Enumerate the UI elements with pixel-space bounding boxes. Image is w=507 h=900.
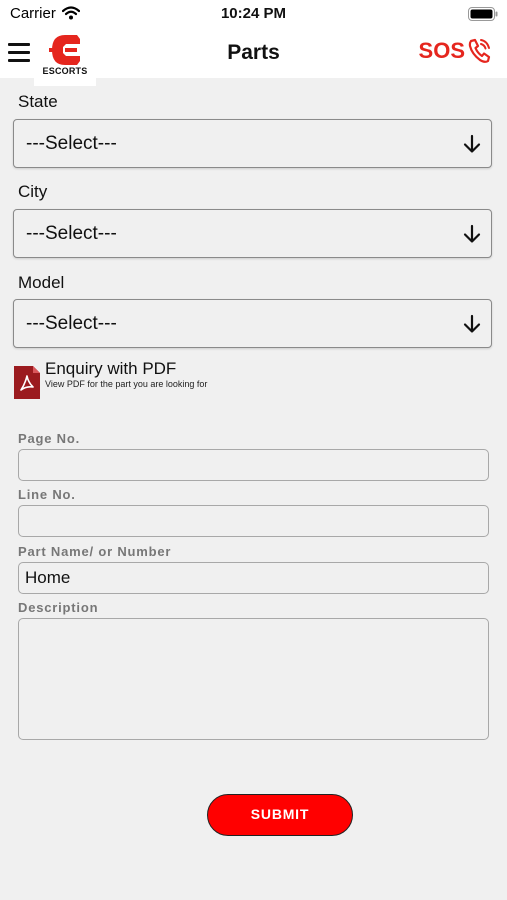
- city-select[interactable]: ---Select---: [13, 209, 492, 258]
- page-no-input[interactable]: [18, 449, 489, 481]
- sos-label: SOS: [418, 38, 465, 63]
- line-no-label: Line No.: [18, 487, 76, 502]
- state-label: State: [18, 92, 58, 111]
- pdf-icon[interactable]: [14, 366, 40, 399]
- page-no-label: Page No.: [18, 431, 81, 446]
- city-select-value: ---Select---: [26, 223, 117, 244]
- description-textarea[interactable]: [18, 618, 489, 740]
- model-label: Model: [18, 273, 65, 292]
- arrow-down-icon: [463, 134, 481, 153]
- status-bar: Carrier 10:24 PM: [0, 0, 507, 30]
- line-no-input[interactable]: [18, 505, 489, 537]
- part-name-label: Part Name/ or Number: [18, 544, 172, 559]
- sos-button[interactable]: SOS: [419, 38, 491, 64]
- part-name-input[interactable]: Home: [18, 562, 489, 594]
- description-label: Description: [18, 600, 99, 615]
- submit-button[interactable]: SUBMIT: [207, 794, 353, 836]
- pdf-enquiry-title[interactable]: Enquiry with PDF: [45, 359, 176, 379]
- app-header: ESCORTS Parts SOS: [0, 30, 507, 86]
- status-time: 10:24 PM: [220, 5, 287, 22]
- battery-icon: [468, 7, 498, 26]
- arrow-down-icon: [463, 314, 481, 333]
- phone-icon: [468, 38, 491, 63]
- city-label: City: [18, 182, 48, 201]
- state-select-value: ---Select---: [26, 133, 117, 154]
- pdf-enquiry-subtitle: View PDF for the part you are looking fo…: [45, 379, 208, 389]
- model-select-value: ---Select---: [26, 313, 117, 334]
- model-select[interactable]: ---Select---: [13, 299, 492, 348]
- logo-text: ESCORTS: [42, 66, 88, 76]
- arrow-down-icon: [463, 224, 481, 243]
- state-select[interactable]: ---Select---: [13, 119, 492, 168]
